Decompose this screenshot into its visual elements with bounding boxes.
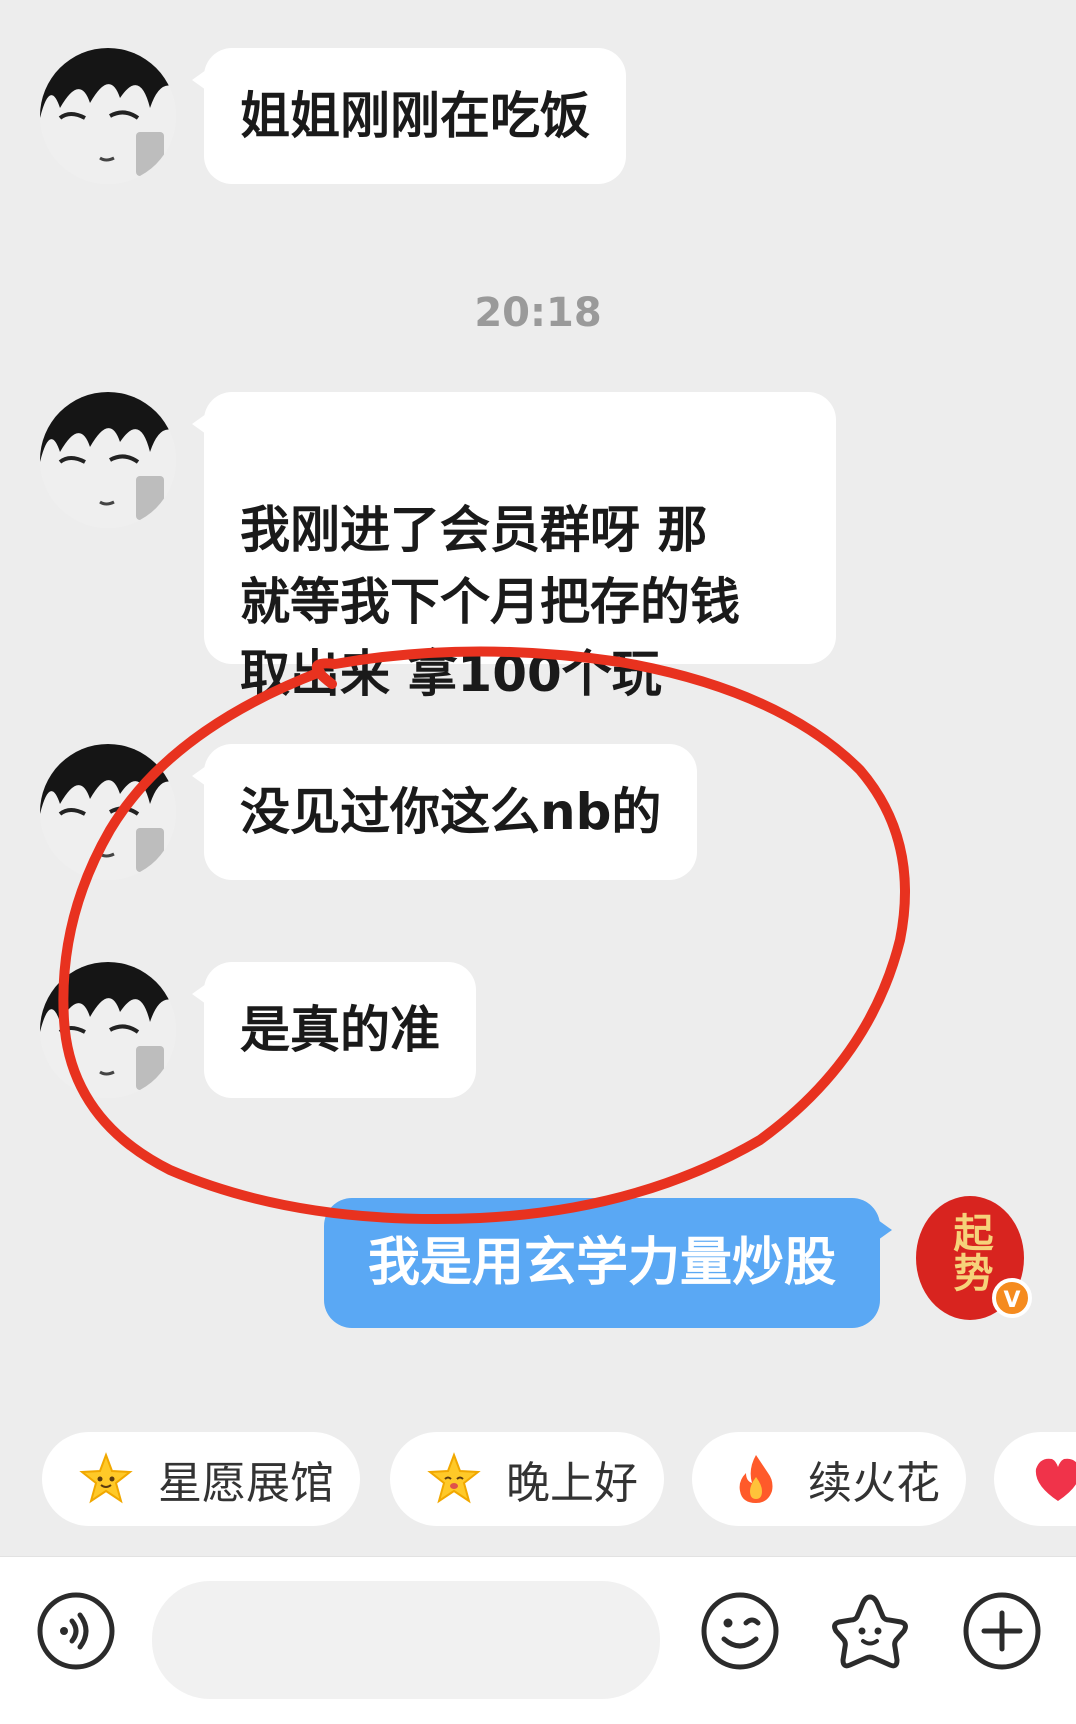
contact-avatar[interactable]	[40, 48, 176, 184]
incoming-message[interactable]: 没见过你这么nb的	[191, 744, 698, 880]
avatar-image	[40, 392, 176, 528]
my-avatar[interactable]: 起势 V	[912, 1192, 1036, 1328]
incoming-message[interactable]: 姐姐刚刚在吃饭	[192, 48, 626, 184]
quick-reply-chip[interactable]	[994, 1432, 1076, 1526]
input-bar	[0, 1556, 1076, 1724]
message-text: 我是用玄学力量炒股	[367, 1233, 836, 1293]
outgoing-message[interactable]: 我是用玄学力量炒股	[324, 1198, 892, 1328]
heart-icon	[1030, 1451, 1076, 1507]
avatar-image	[40, 962, 176, 1098]
quick-reply-label: 星愿展馆	[158, 1458, 334, 1509]
add-icon[interactable]	[962, 1591, 1042, 1671]
message-text: 没见过你这么nb的	[240, 783, 662, 841]
verified-badge: V	[1003, 1288, 1020, 1313]
incoming-message[interactable]: 是真的准	[192, 962, 476, 1098]
avatar-image	[40, 48, 176, 184]
contact-avatar[interactable]	[40, 744, 176, 880]
chat-screen: 姐姐刚刚在吃饭 20:18 我刚进了会员群呀 那 就等我下个月把存的钱 取出来 …	[0, 0, 1076, 1724]
quick-reply-chip[interactable]: 星愿展馆	[42, 1432, 360, 1526]
quick-reply-label: 晚上好	[506, 1458, 638, 1509]
fire-icon	[728, 1451, 784, 1507]
star-face-icon	[426, 1451, 482, 1507]
incoming-message[interactable]: 我刚进了会员群呀 那 就等我下个月把存的钱 取出来 拿100个玩	[192, 392, 836, 703]
message-text: 我刚进了会员群呀 那 就等我下个月把存的钱 取出来 拿100个玩	[240, 501, 740, 703]
timestamp: 20:18	[474, 290, 602, 336]
quick-reply-chip[interactable]: 续火花	[692, 1432, 966, 1526]
message-text: 姐姐刚刚在吃饭	[240, 87, 590, 145]
avatar-image	[40, 744, 176, 880]
message-text: 是真的准	[240, 1001, 440, 1059]
contact-avatar[interactable]	[40, 962, 176, 1098]
sticker-star-icon[interactable]	[830, 1591, 910, 1671]
emoji-icon[interactable]	[700, 1591, 780, 1671]
contact-avatar[interactable]	[40, 392, 176, 528]
star-face-icon	[78, 1451, 134, 1507]
voice-icon[interactable]	[36, 1591, 116, 1671]
quick-reply-label: 续火花	[808, 1458, 940, 1509]
message-input[interactable]	[152, 1581, 660, 1699]
quick-reply-chip[interactable]: 晚上好	[390, 1432, 664, 1526]
avatar-text: 起势	[947, 1212, 994, 1292]
